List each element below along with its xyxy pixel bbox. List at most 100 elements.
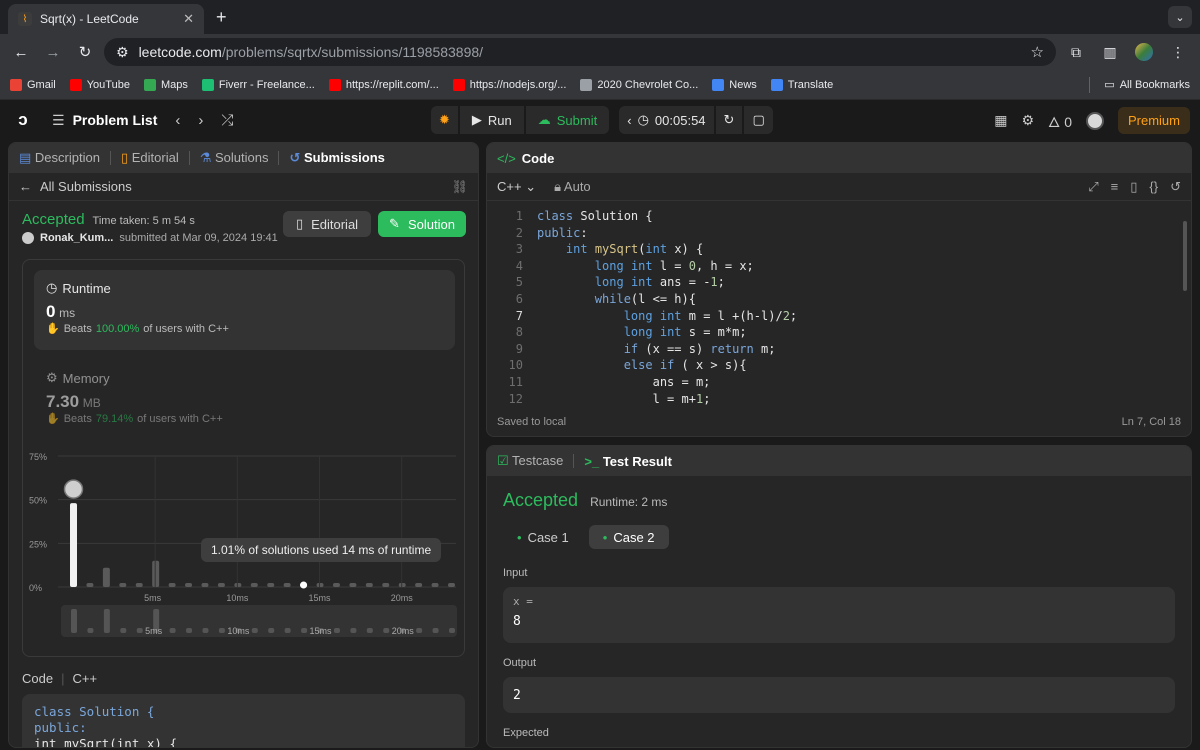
format-icon[interactable]: ≡: [1111, 179, 1119, 195]
all-bookmarks[interactable]: ▭ All Bookmarks: [1104, 78, 1190, 92]
debug-button[interactable]: ✹: [431, 106, 458, 134]
x-tick-label: 5ms: [144, 593, 162, 603]
chart-bar[interactable]: [102, 567, 110, 587]
submitted-code-preview[interactable]: class Solution { public: int mySqrt(int …: [22, 694, 465, 747]
chart-bar[interactable]: [415, 583, 423, 587]
tab-test-result[interactable]: >_ Test Result: [584, 454, 672, 469]
code-line[interactable]: long int s = m*m;: [537, 324, 797, 341]
language-select[interactable]: C++ ⌄: [497, 179, 536, 195]
tab-testcase[interactable]: ☑ Testcase: [497, 453, 563, 469]
code-line[interactable]: while(l <= h){: [537, 291, 797, 308]
bookmark-item[interactable]: Gmail: [10, 78, 56, 91]
memory-card[interactable]: ⚙ Memory 7.30 MB ✋ Beats 79.14% of users wit…: [34, 360, 455, 440]
address-bar[interactable]: ⚙ leetcode.com/problems/sqrtx/submission…: [104, 38, 1056, 66]
settings-gear-icon[interactable]: ⚙: [1021, 112, 1034, 129]
code-line[interactable]: long int l = 0, h = x;: [537, 258, 797, 275]
bookmark-item[interactable]: Maps: [143, 78, 188, 91]
forward-icon[interactable]: →: [40, 39, 66, 65]
editorial-button[interactable]: ▯ Editorial: [283, 211, 371, 237]
username[interactable]: Ronak_Kum...: [40, 232, 113, 244]
solution-button[interactable]: ✎ Solution: [378, 211, 466, 237]
tab-description[interactable]: ▤ Description: [19, 150, 100, 166]
bookmark-star-icon[interactable]: ☆: [1031, 43, 1044, 61]
prev-problem-icon[interactable]: ‹: [175, 112, 180, 129]
overview-bar: [120, 628, 127, 633]
chart-bar[interactable]: [217, 583, 225, 587]
collapse-timer-icon[interactable]: ‹: [627, 113, 631, 128]
code-line[interactable]: public:: [537, 225, 797, 242]
auto-mode[interactable]: 🔒︎ Auto: [554, 179, 591, 195]
chart-bar[interactable]: [201, 583, 209, 587]
reload-icon[interactable]: ↻: [72, 39, 98, 65]
extensions-icon[interactable]: ⧉: [1062, 39, 1090, 65]
bookmark-item[interactable]: Translate: [770, 78, 833, 91]
shuffle-icon[interactable]: ⤮: [221, 112, 233, 129]
premium-button[interactable]: Premium: [1117, 107, 1190, 134]
tab-submissions[interactable]: ↺ Submissions: [289, 150, 384, 166]
site-info-icon[interactable]: ⚙: [116, 44, 129, 61]
back-icon[interactable]: ←: [8, 39, 34, 65]
case-1-tab[interactable]: • Case 1: [503, 525, 583, 549]
layout-icon[interactable]: ▦: [994, 112, 1007, 129]
notes-button[interactable]: ▢: [744, 106, 773, 134]
chart-bar[interactable]: [86, 583, 94, 587]
chart-bar[interactable]: [365, 583, 373, 587]
tab-editorial[interactable]: ▯ Editorial: [121, 150, 179, 166]
timer[interactable]: ‹ ◷ 00:05:54: [619, 106, 714, 134]
leetcode-logo-icon[interactable]: ↄ: [12, 109, 34, 131]
reset-code-icon[interactable]: ↺: [1170, 179, 1181, 195]
code-line[interactable]: int mySqrt(int x) {: [537, 241, 797, 258]
profile-avatar[interactable]: [1130, 39, 1158, 65]
all-submissions-link[interactable]: All Submissions: [40, 179, 132, 194]
chart-bar[interactable]: [185, 583, 193, 587]
chart-bar[interactable]: [382, 583, 390, 587]
chart-bar[interactable]: [431, 583, 439, 587]
code-line[interactable]: else if ( x > s){: [537, 357, 797, 374]
close-tab-icon[interactable]: ✕: [183, 11, 194, 27]
bookmark-item[interactable]: 2020 Chevrolet Co...: [580, 78, 698, 91]
next-problem-icon[interactable]: ›: [198, 112, 203, 129]
runtime-card[interactable]: ◷ Runtime 0 ms ✋ Beats 100.00% of users with…: [34, 270, 455, 350]
bookmark-item[interactable]: https://nodejs.org/...: [452, 78, 566, 91]
code-line[interactable]: l = m+1;: [537, 391, 797, 408]
new-tab-icon[interactable]: +: [216, 7, 227, 28]
code-area[interactable]: 1 2 3 4 5 6 7 8 9 10 11 12 class Solution {public: …: [487, 201, 1191, 406]
code-line[interactable]: class Solution {: [537, 208, 797, 225]
expand-icon[interactable]: ⤢: [1088, 179, 1098, 195]
chart-bar[interactable]: [250, 583, 258, 587]
user-avatar[interactable]: [1085, 111, 1104, 130]
bookmark-icon[interactable]: ▯: [1130, 179, 1137, 195]
scrollbar[interactable]: [1183, 221, 1187, 291]
case-2-tab[interactable]: • Case 2: [588, 525, 669, 549]
bookmark-item[interactable]: https://replit.com/...: [328, 78, 439, 91]
tab-search-icon[interactable]: ⌄: [1168, 6, 1192, 28]
streak-counter[interactable]: 🜂 0: [1048, 106, 1072, 135]
side-panel-icon[interactable]: ▥: [1096, 39, 1124, 65]
braces-icon[interactable]: {}: [1149, 179, 1158, 195]
browser-tab[interactable]: ⌇ Sqrt(x) - LeetCode ✕: [8, 4, 204, 34]
submit-button[interactable]: ☁ Submit: [525, 106, 610, 134]
tab-solutions[interactable]: ⚗ Solutions: [200, 150, 269, 166]
chart-bar[interactable]: [119, 583, 127, 587]
chart-bar[interactable]: [135, 583, 143, 587]
reset-timer-button[interactable]: ↻: [715, 106, 743, 134]
chart-bar[interactable]: [332, 583, 340, 587]
chart-bar[interactable]: [283, 583, 291, 587]
run-button[interactable]: ▶ Run: [459, 106, 524, 134]
back-arrow-icon[interactable]: ←: [19, 179, 32, 194]
chart-bar[interactable]: [448, 583, 455, 587]
code-line[interactable]: long int m = l +(h-l)/2;: [537, 308, 797, 325]
code-line[interactable]: long int ans = -1;: [537, 274, 797, 291]
bookmark-item[interactable]: Fiverr - Freelance...: [201, 78, 315, 91]
bookmark-item[interactable]: YouTube: [69, 78, 130, 91]
menu-icon[interactable]: ⋮: [1164, 39, 1192, 65]
problem-list-button[interactable]: ☰ Problem List: [52, 112, 157, 129]
code-line[interactable]: if (x == s) return m;: [537, 341, 797, 358]
chart-bar[interactable]: [267, 583, 275, 587]
code-line[interactable]: ans = m;: [537, 374, 797, 391]
chart-bar[interactable]: [349, 583, 357, 587]
bookmark-item[interactable]: News: [712, 78, 757, 91]
chart-bar[interactable]: [70, 503, 77, 587]
share-link-icon[interactable]: ⛓: [451, 179, 468, 195]
chart-bar[interactable]: [168, 583, 176, 587]
